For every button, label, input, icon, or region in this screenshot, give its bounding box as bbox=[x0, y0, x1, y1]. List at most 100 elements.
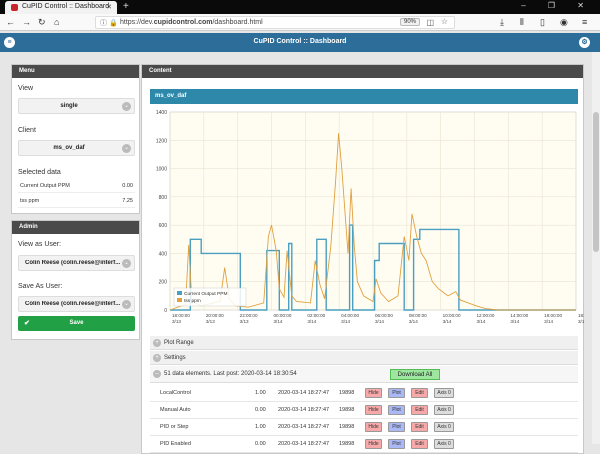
chart: 020040060080010001200140018:00:003/1320:… bbox=[156, 110, 584, 324]
data-elements-summary: 51 data elements. Last post: 2020-03-14 … bbox=[164, 371, 297, 377]
scrollbar-thumb[interactable] bbox=[593, 112, 599, 252]
expand-plus-icon: + bbox=[153, 339, 161, 347]
reload-icon[interactable]: ↻ bbox=[38, 17, 46, 28]
download-icon[interactable]: ⤓ bbox=[500, 17, 504, 28]
row-value: 0.00 bbox=[255, 441, 266, 447]
x-tick-label: 12:00:00 bbox=[477, 313, 495, 318]
x-tick-label: 20:00:00 bbox=[206, 313, 224, 318]
edit-button[interactable]: Edit bbox=[411, 388, 428, 398]
row-name: Manual Auto bbox=[160, 407, 191, 413]
x-tick-label: 14:00:00 bbox=[510, 313, 528, 318]
favicon-icon bbox=[11, 4, 18, 11]
hide-button[interactable]: Hide bbox=[365, 422, 382, 432]
window-controls[interactable]: – ❐ ✕ bbox=[521, 1, 594, 10]
hamburger-menu-icon[interactable]: ≡ bbox=[582, 17, 587, 27]
row-count: 19898 bbox=[339, 424, 355, 430]
browser-tab[interactable]: CuPID Control :: Dashboard ✕ bbox=[5, 1, 117, 14]
row-value: 0.00 bbox=[255, 407, 266, 413]
table-row: PID or Step 1.00 2020-03-14 18:27:47 19898 H… bbox=[150, 419, 578, 436]
selected-data-row: Current Output PPM 0.00 bbox=[18, 181, 135, 193]
account-icon[interactable]: ◉ bbox=[560, 17, 568, 28]
back-icon[interactable]: ← bbox=[6, 17, 15, 27]
x-tick-date: 3/14 bbox=[375, 319, 384, 324]
browser-navbar: ← → ↻ ⌂ ⓘ 🔒 https://dev.cupidcontrol.com… bbox=[0, 14, 600, 31]
settings-section[interactable]: + Settings bbox=[150, 351, 578, 365]
hide-button[interactable]: Hide bbox=[365, 405, 382, 415]
x-tick-label: 04:00:00 bbox=[341, 313, 359, 318]
y-tick-label: 800 bbox=[159, 195, 168, 201]
x-tick-label: 22:00:00 bbox=[240, 313, 258, 318]
edit-button[interactable]: Edit bbox=[411, 405, 428, 415]
x-tick-label: 10:00:00 bbox=[443, 313, 461, 318]
plot-range-section[interactable]: + Plot Range bbox=[150, 336, 578, 350]
view-as-user-select[interactable]: Colin Reese (colin.reese@interf... ⌄ bbox=[18, 255, 135, 271]
forward-icon[interactable]: → bbox=[22, 17, 31, 27]
content-header: Content bbox=[142, 65, 583, 78]
view-select[interactable]: single ⌄ bbox=[18, 98, 135, 114]
sidebar-icon[interactable]: ▯ bbox=[540, 17, 545, 28]
x-tick-date: 3/14 bbox=[341, 319, 350, 324]
legend-swatch bbox=[177, 298, 182, 302]
plot-button[interactable]: Plot bbox=[388, 422, 405, 432]
x-tick-label: 18:00:00 bbox=[172, 313, 190, 318]
y-tick-label: 0 bbox=[164, 308, 167, 314]
app-title: CuPID Control :: Dashboard bbox=[253, 38, 347, 45]
chevron-down-icon: ⌄ bbox=[122, 144, 131, 153]
x-tick-date: 3/14 bbox=[578, 319, 584, 324]
legend-swatch bbox=[177, 291, 182, 295]
admin-header: Admin bbox=[12, 221, 139, 234]
view-select-value: single bbox=[60, 103, 78, 109]
home-icon[interactable]: ⌂ bbox=[54, 17, 59, 27]
hide-button[interactable]: Hide bbox=[365, 388, 382, 398]
x-tick-label: 02:00:00 bbox=[307, 313, 325, 318]
hide-button[interactable]: Hide bbox=[365, 439, 382, 449]
plot-button[interactable]: Plot bbox=[388, 439, 405, 449]
settings-gear-icon[interactable]: ⚙ bbox=[579, 37, 590, 48]
edit-button[interactable]: Edit bbox=[411, 422, 428, 432]
selected-data-label: Selected data bbox=[18, 169, 61, 176]
plot-button[interactable]: Plot bbox=[388, 405, 405, 415]
row-value: 1.00 bbox=[255, 390, 266, 396]
y-tick-label: 1400 bbox=[156, 110, 167, 116]
legend-label: tss ppm bbox=[184, 298, 201, 304]
row-name: LocalControl bbox=[160, 390, 191, 396]
selected-data-row: tss ppm 7.25 bbox=[18, 196, 135, 208]
expand-plus-icon: + bbox=[153, 354, 161, 362]
row-count: 19898 bbox=[339, 390, 355, 396]
browser-tab-strip: CuPID Control :: Dashboard ✕ + – ❐ ✕ bbox=[0, 0, 600, 14]
pocket-icon[interactable]: ◫ bbox=[426, 18, 434, 27]
row-time: 2020-03-14 18:27:47 bbox=[278, 407, 330, 413]
x-tick-date: 3/14 bbox=[443, 319, 452, 324]
row-count: 19898 bbox=[339, 407, 355, 413]
x-tick-date: 3/13 bbox=[172, 319, 181, 324]
address-bar[interactable]: ⓘ 🔒 https://dev.cupidcontrol.com/dashboa… bbox=[95, 16, 455, 29]
x-tick-date: 3/14 bbox=[544, 319, 553, 324]
download-all-button[interactable]: Download All bbox=[390, 369, 440, 380]
save-button[interactable]: ✔ Save bbox=[18, 316, 135, 331]
x-tick-label: 18:00:00 bbox=[578, 313, 584, 318]
zoom-level[interactable]: 90% bbox=[399, 18, 420, 26]
chevron-down-icon: ⌄ bbox=[122, 300, 131, 309]
bookmark-star-icon[interactable]: ☆ bbox=[441, 17, 448, 26]
axis-button[interactable]: Axis 0 bbox=[434, 388, 454, 398]
x-tick-label: 06:00:00 bbox=[375, 313, 393, 318]
url-text[interactable]: https://dev.cupidcontrol.com/dashboard.h… bbox=[120, 19, 263, 26]
save-as-user-value: Colin Reese (colin.reese@interf... bbox=[25, 301, 121, 307]
new-tab-icon[interactable]: + bbox=[123, 1, 129, 12]
client-select[interactable]: ms_ov_daf ⌄ bbox=[18, 140, 135, 156]
client-select-value: ms_ov_daf bbox=[53, 145, 85, 151]
client-label: Client bbox=[18, 127, 36, 134]
row-count: 19898 bbox=[339, 441, 355, 447]
save-as-user-select[interactable]: Colin Reese (colin.reese@interf... ⌄ bbox=[18, 296, 135, 312]
axis-button[interactable]: Axis 0 bbox=[434, 405, 454, 415]
plot-button[interactable]: Plot bbox=[388, 388, 405, 398]
x-tick-date: 3/14 bbox=[510, 319, 519, 324]
library-icon[interactable]: ⫴ bbox=[520, 17, 524, 28]
edit-button[interactable]: Edit bbox=[411, 439, 428, 449]
tab-close-icon[interactable]: ✕ bbox=[106, 3, 112, 11]
axis-button[interactable]: Axis 0 bbox=[434, 422, 454, 432]
data-elements-section[interactable]: – 51 data elements. Last post: 2020-03-1… bbox=[150, 366, 578, 383]
page-scrollbar[interactable] bbox=[592, 52, 600, 444]
axis-button[interactable]: Axis 0 bbox=[434, 439, 454, 449]
x-tick-date: 3/14 bbox=[409, 319, 418, 324]
